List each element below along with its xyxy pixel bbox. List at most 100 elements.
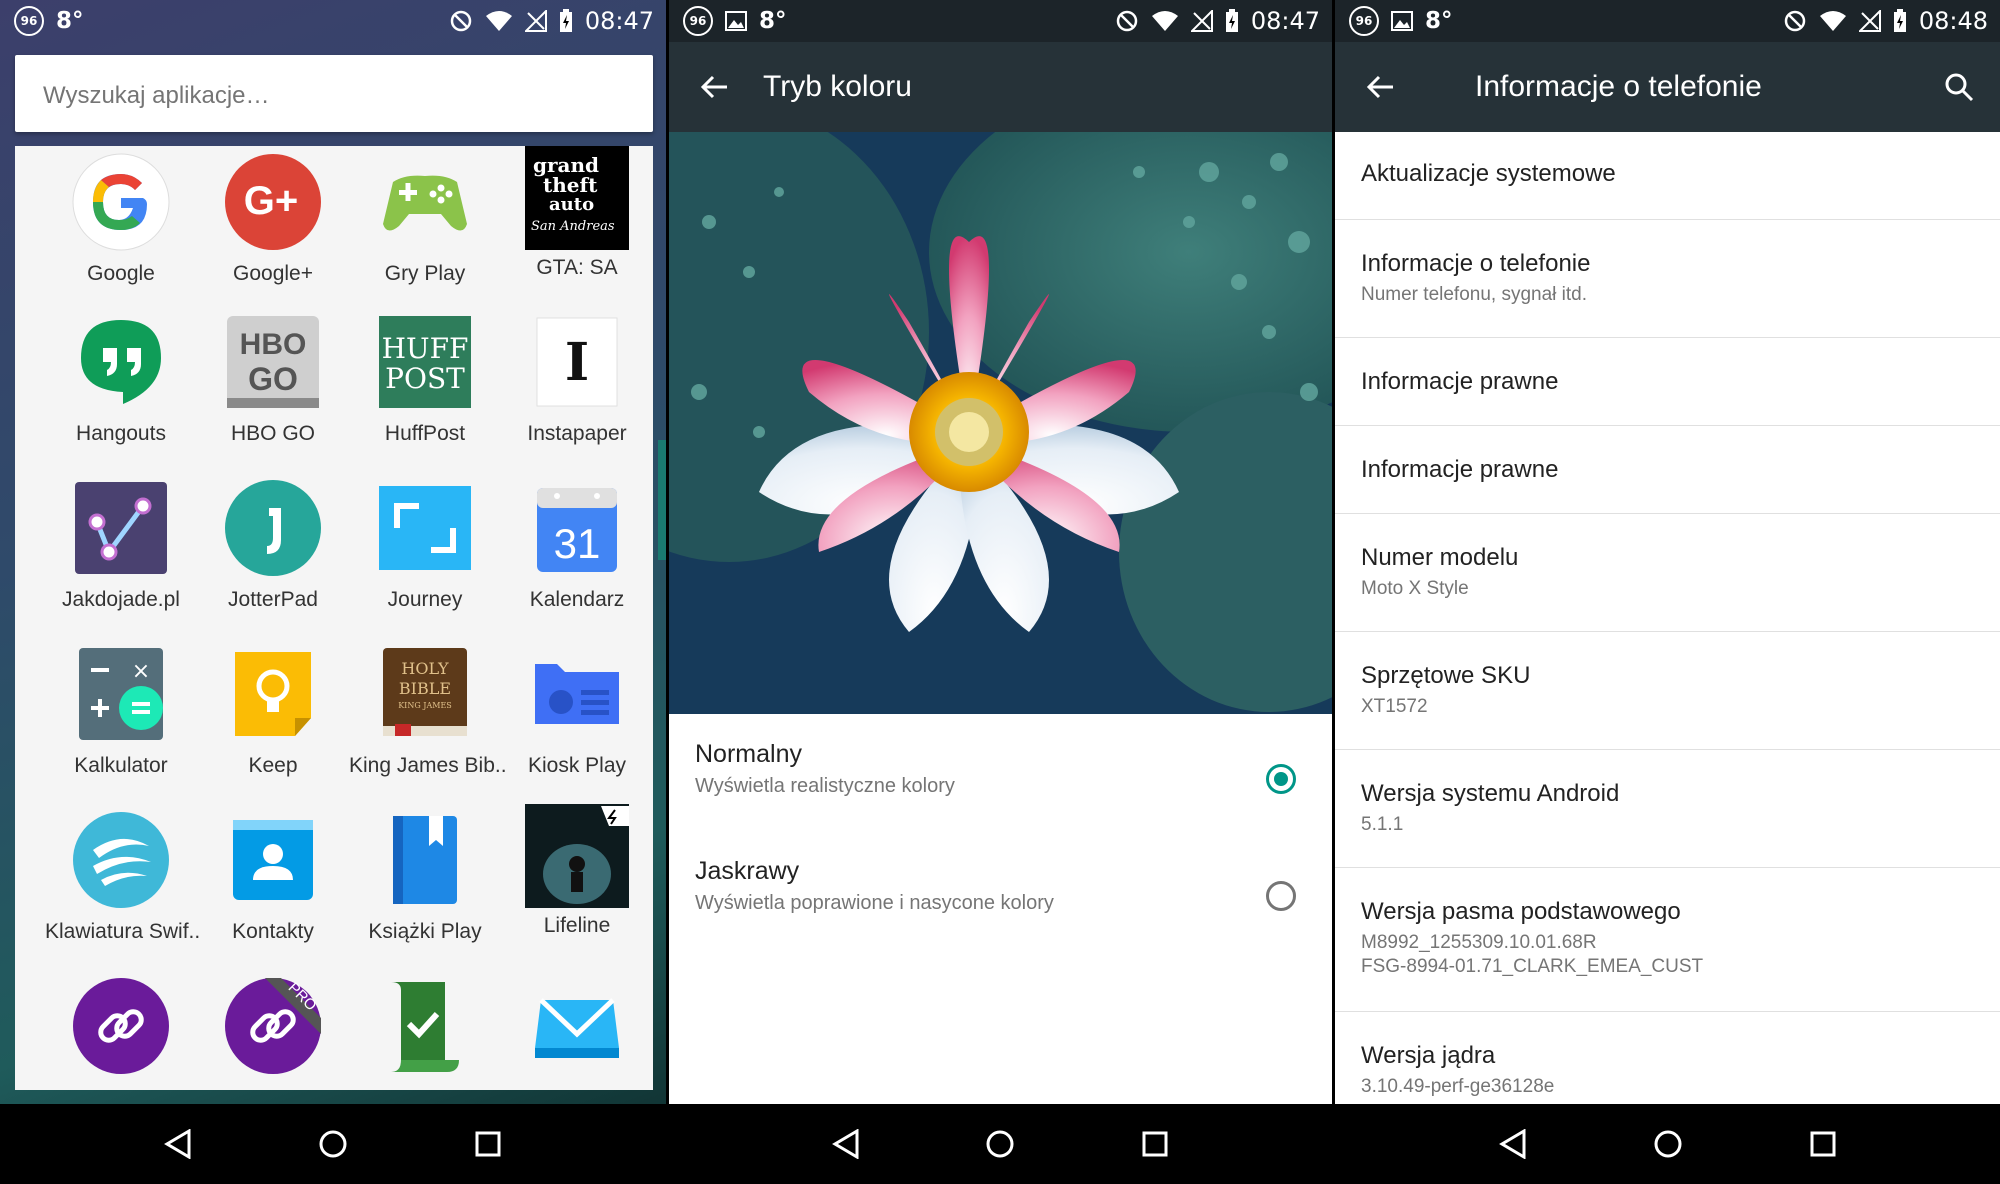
app-play-games[interactable]: Gry Play [349,152,501,286]
app-google-plus[interactable]: G+ Google+ [197,152,349,286]
home-nav-icon[interactable] [985,1129,1015,1159]
app-link-pro[interactable]: PRO [197,976,349,1076]
app-king-james-bible[interactable]: HOLY BIBLE KING JAMES King James Bib.. [349,644,507,778]
bible-icon: HOLY BIBLE KING JAMES [375,644,475,744]
app-jotterpad[interactable]: JotterPad [197,478,349,612]
app-label: Lifeline [543,914,611,937]
option-subtitle: Wyświetla poprawione i nasycone kolory [695,892,1054,914]
app-calculator[interactable]: × Kalkulator [45,644,197,778]
gta-text: auto [549,194,594,215]
row-summary: FSG-8994-01.71_CLARK_EMEA_CUST [1361,956,1704,977]
app-label: Książki Play [368,920,482,943]
calendar-day: 31 [554,520,601,567]
app-contacts[interactable]: Kontakty [197,810,349,944]
huff-text: HUFF [382,332,469,365]
back-nav-icon[interactable] [163,1129,193,1159]
row-title: Sprzętowe SKU [1361,662,1531,689]
back-arrow-icon[interactable] [1365,72,1395,102]
app-gta-sa[interactable]: grand theft auto San Andreas GTA: SA [501,146,653,280]
row-title: Informacje prawne [1361,368,1559,395]
option-title: Jaskrawy [695,857,800,885]
app-label: Kalendarz [529,588,625,611]
settings-row-phone-status[interactable]: Informacje o telefonie Numer telefonu, s… [1335,220,2000,338]
app-label: Jakdojade.pl [62,588,180,611]
app-kiosk-play[interactable]: Kiosk Play [501,644,653,778]
status-bar: 96 8° 08:48 [1335,0,2000,42]
back-nav-icon[interactable] [831,1129,861,1159]
instapaper-icon: I [527,312,627,412]
app-swiftkey[interactable]: Klawiatura Swif.. [45,810,201,944]
app-label: Klawiatura Swif.. [45,920,201,943]
app-grid-panel[interactable]: Google G+ Google+ Gry Play grand theft aut… [15,146,653,1090]
tasks-icon [375,976,475,1076]
search-icon[interactable] [1944,72,1974,102]
app-lifeline[interactable]: Lifeline [501,804,653,938]
app-label: JotterPad [228,588,318,611]
do-not-disturb-icon [1116,10,1138,32]
phone-info-screen: 96 8° 08:48 Informacje o telefonie Aktua… [1335,0,2000,1184]
wifi-icon [1819,11,1846,31]
google-icon [71,152,171,252]
hangouts-icon [71,312,171,412]
image-icon [1391,11,1413,31]
option-normal[interactable]: Normalny Wyświetla realistyczne kolory [695,740,1306,840]
app-hangouts[interactable]: Hangouts [45,312,197,446]
notification-badge: 96 [14,6,44,36]
option-vivid[interactable]: Jaskrawy Wyświetla poprawione i nasycone… [695,857,1306,957]
settings-list[interactable]: Aktualizacje systemowe Informacje o tele… [1335,132,2000,1104]
recents-nav-icon[interactable] [473,1129,503,1159]
back-arrow-icon[interactable] [699,72,729,102]
link-pro-icon: PRO [223,976,323,1076]
radio-selected[interactable] [1266,764,1296,794]
nav-bar [1335,1104,2000,1184]
home-nav-icon[interactable] [1653,1129,1683,1159]
svg-text:G+: G+ [244,179,298,223]
app-journey[interactable]: Journey [349,478,501,612]
row-summary: M8992_1255309.10.01.68R [1361,932,1597,953]
app-label: Kalkulator [74,754,168,777]
app-keep[interactable]: Keep [197,644,349,778]
app-mailbox[interactable] [501,976,653,1076]
app-label: Google [87,262,155,285]
nav-bar [0,1104,666,1184]
row-title: Numer modelu [1361,544,1519,571]
keep-icon [223,644,323,744]
app-search-input[interactable] [41,81,605,111]
huff-text: POST [385,362,465,395]
app-search-box[interactable] [15,55,653,132]
settings-row-legal-info[interactable]: Informacje prawne [1335,338,2000,426]
settings-row-legal-info-2[interactable]: Informacje prawne [1335,426,2000,514]
bible-text: HOLY [401,659,449,678]
app-tasks[interactable] [349,976,501,1076]
row-title: Aktualizacje systemowe [1361,160,1616,187]
settings-row-baseband-version[interactable]: Wersja pasma podstawowego M8992_1255309.… [1335,868,2000,1012]
app-calendar[interactable]: 31 Kalendarz [501,478,653,612]
app-instapaper[interactable]: I Instapaper [501,312,653,446]
app-label: Google+ [233,262,313,285]
row-title: Informacje o telefonie [1361,250,1591,277]
app-huffpost[interactable]: HUFF POST HuffPost [349,312,501,446]
settings-row-hardware-sku[interactable]: Sprzętowe SKU XT1572 [1335,632,2000,750]
settings-row-system-updates[interactable]: Aktualizacje systemowe [1335,132,2000,220]
settings-row-kernel-version[interactable]: Wersja jądra 3.10.49-perf-ge36128e [1335,1012,2000,1104]
drawer-scrollbar[interactable] [658,440,666,560]
app-label: Keep [248,754,298,777]
home-nav-icon[interactable] [318,1129,348,1159]
settings-row-android-version[interactable]: Wersja systemu Android 5.1.1 [1335,750,2000,868]
app-link[interactable] [45,976,197,1076]
recents-nav-icon[interactable] [1140,1129,1170,1159]
calculator-icon: × [71,644,171,744]
app-google[interactable]: Google [45,152,197,286]
google-plus-icon: G+ [223,152,323,252]
link-icon [71,976,171,1076]
app-label: Gry Play [384,262,466,285]
radio-unselected[interactable] [1266,881,1296,911]
status-bar: 96 8° 08:47 [669,0,1332,42]
settings-row-model-number[interactable]: Numer modelu Moto X Style [1335,514,2000,632]
back-nav-icon[interactable] [1498,1129,1528,1159]
recents-nav-icon[interactable] [1808,1129,1838,1159]
app-play-books[interactable]: Książki Play [349,810,501,944]
app-jakdojade[interactable]: Jakdojade.pl [45,478,197,612]
app-hbo-go[interactable]: HBO GO HBO GO [197,312,349,446]
do-not-disturb-icon [450,10,472,32]
